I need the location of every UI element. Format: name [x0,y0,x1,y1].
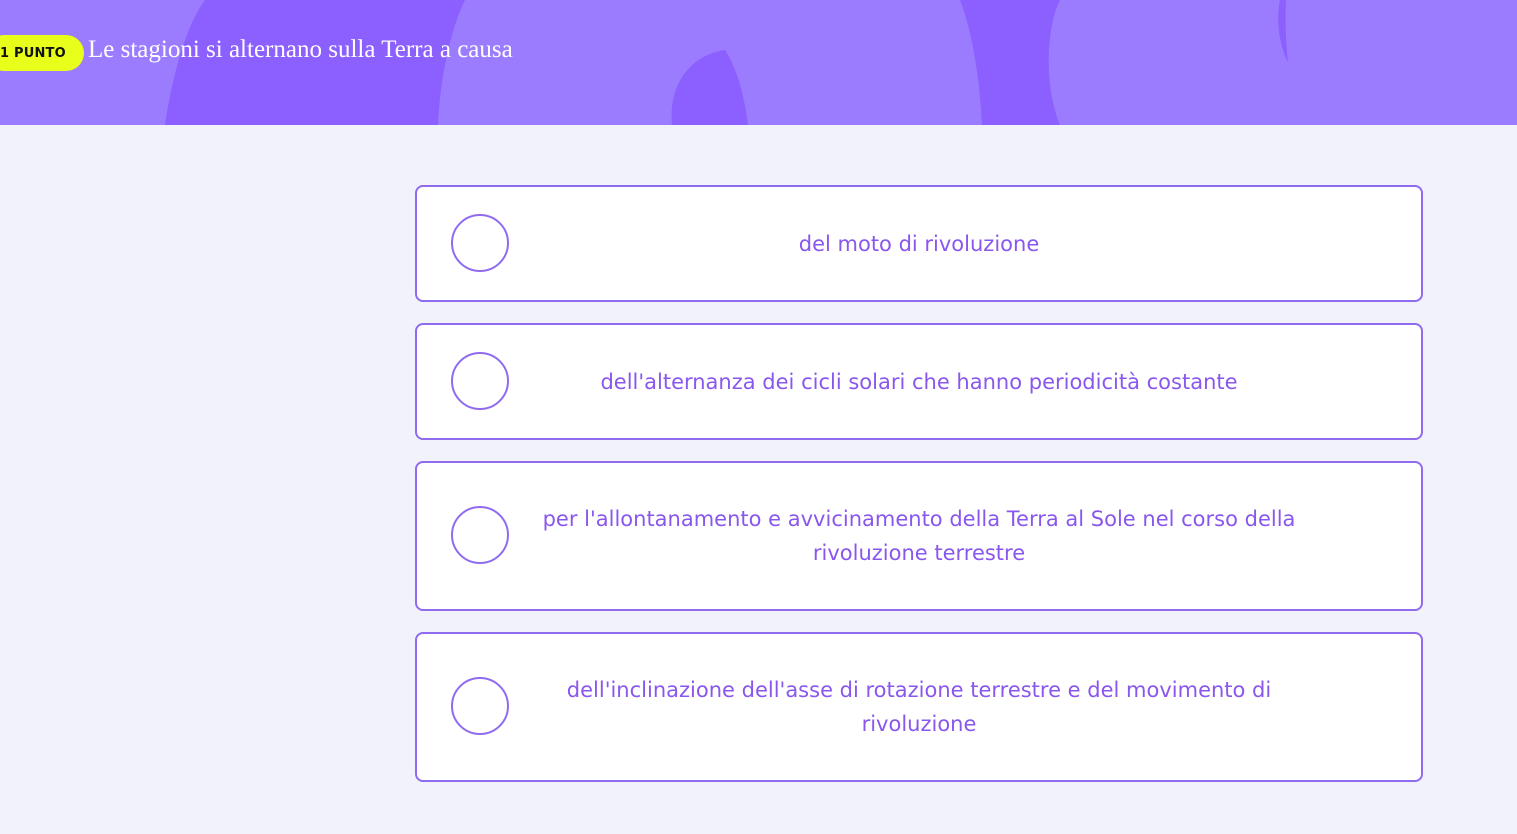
answer-option-label: dell'inclinazione dell'asse di rotazione… [566,678,1272,736]
radio-circle-icon[interactable] [451,351,509,410]
points-badge: 1 PUNTO [0,35,84,71]
answer-option-label: del moto di rivoluzione [798,231,1040,256]
answer-option-label: dell'alternanza dei cicli solari che han… [600,369,1238,394]
radio-circle-icon[interactable] [451,677,509,735]
answer-option-label: per l'allontanamento e avvicinamento del… [542,507,1296,565]
answer-option-4[interactable]: dell'inclinazione dell'asse di rotazione… [415,632,1423,782]
question-text: Le stagioni si alternano sulla Terra a c… [88,36,513,63]
question-header: 1 PUNTO Le stagioni si alternano sulla T… [0,0,1517,125]
answer-option-1[interactable]: del moto di rivoluzione [415,185,1423,302]
answer-option-3[interactable]: per l'allontanamento e avvicinamento del… [415,461,1423,611]
answer-option-2[interactable]: dell'alternanza dei cicli solari che han… [415,323,1423,440]
answer-options: del moto di rivoluzione dell'alternanza … [415,185,1423,803]
radio-circle-icon[interactable] [451,213,509,272]
radio-circle-icon[interactable] [451,506,509,564]
